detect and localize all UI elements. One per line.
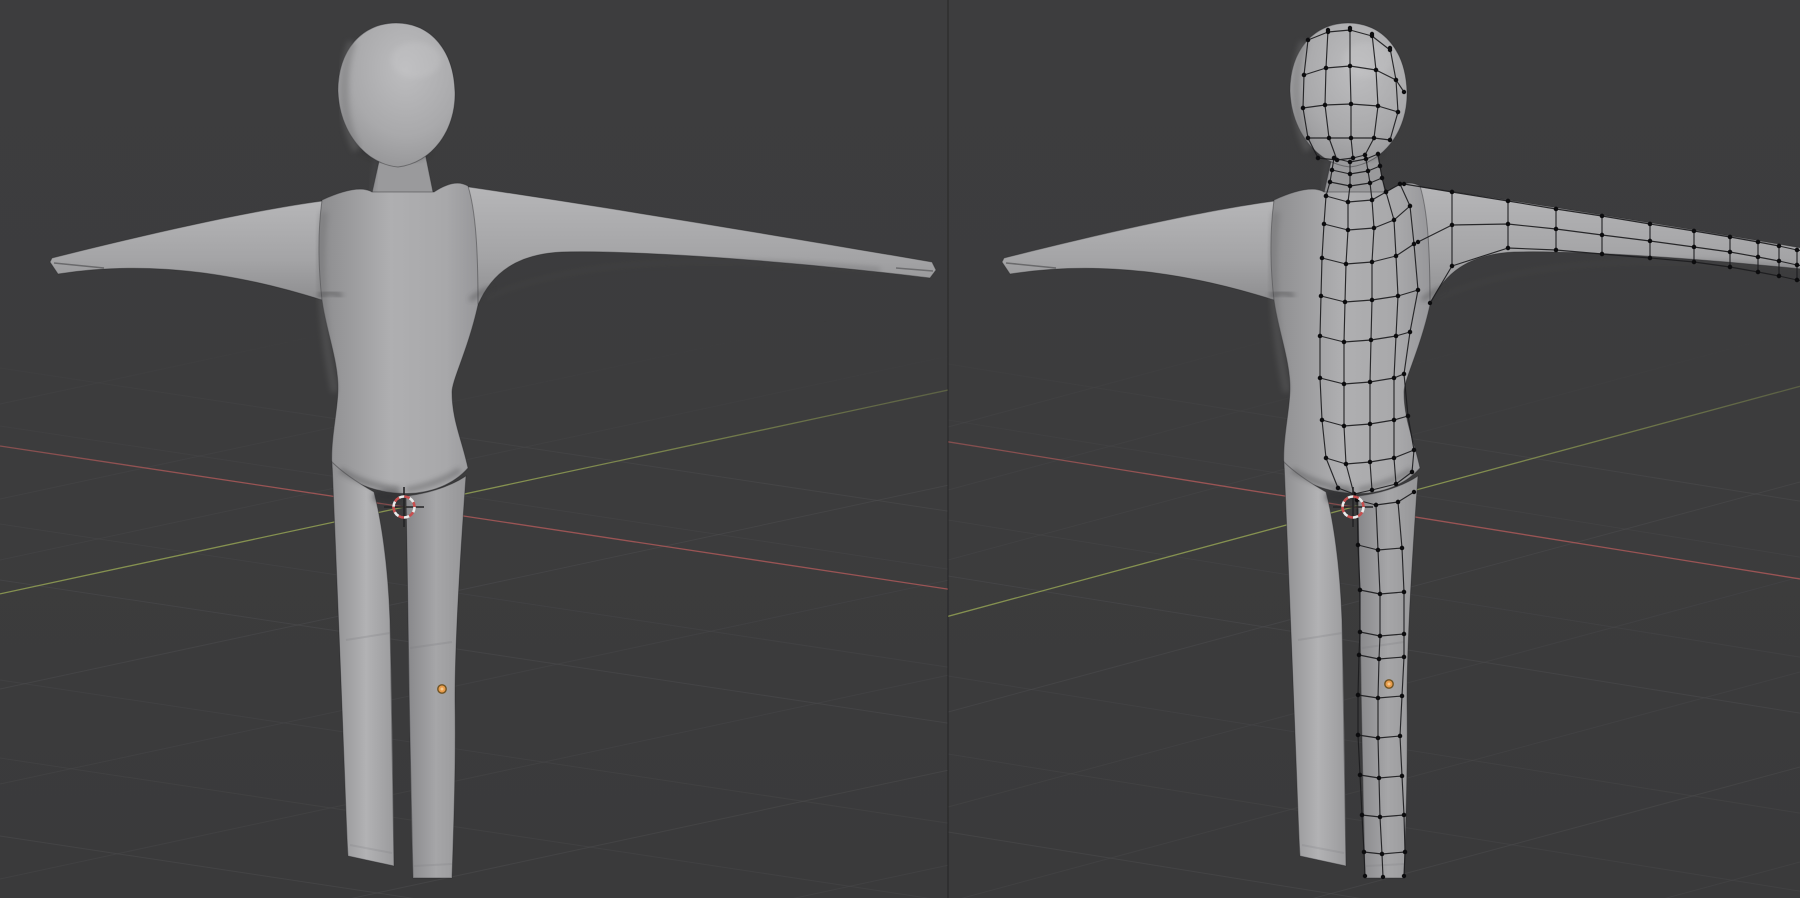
3d-viewport-split-view xyxy=(0,0,1800,898)
object-origin-dot xyxy=(1385,680,1393,688)
viewport-solid-shaded[interactable] xyxy=(0,0,948,898)
model-shaded[interactable] xyxy=(50,23,936,878)
viewport-edit-wireframe[interactable] xyxy=(948,0,1800,898)
object-origin-dot xyxy=(438,685,446,693)
model-edit-wireframe[interactable] xyxy=(1002,23,1800,879)
axis-lines xyxy=(0,390,948,594)
